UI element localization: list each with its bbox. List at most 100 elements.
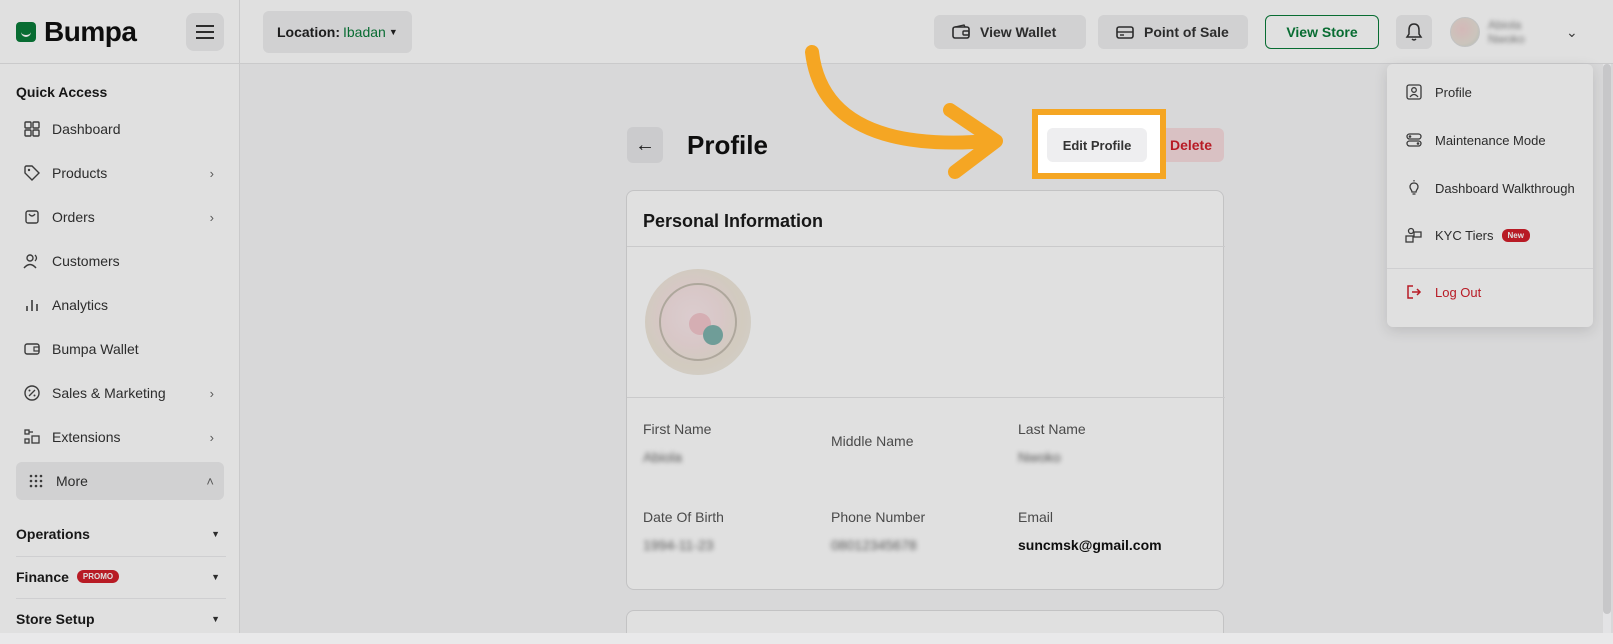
sidebar-item-label: Dashboard: [52, 121, 121, 137]
dropdown-item-logout[interactable]: Log Out: [1405, 282, 1481, 302]
profile-icon: [1405, 83, 1423, 101]
sidebar-item-label: Bumpa Wallet: [52, 341, 139, 357]
logout-icon: [1405, 283, 1423, 301]
pos-icon: [1116, 26, 1134, 39]
avatar-decoration: [703, 325, 723, 345]
chevron-right-icon: ›: [209, 209, 214, 225]
bell-icon: [1405, 23, 1423, 41]
location-value: Ibadan: [343, 24, 386, 40]
notifications-button[interactable]: [1396, 15, 1432, 49]
menu-toggle-button[interactable]: [186, 13, 224, 51]
user-menu[interactable]: Abiola Nwoko ⌄: [1450, 17, 1578, 47]
divider: [239, 0, 240, 64]
bumpa-logo-icon: [16, 22, 36, 42]
dropdown-item-dashboard-walkthrough[interactable]: Dashboard Walkthrough: [1405, 178, 1575, 198]
sidebar-section-label: Finance: [16, 568, 69, 585]
dropdown-item-label: KYC Tiers: [1435, 227, 1494, 243]
phone-label: Phone Number: [831, 509, 926, 525]
chevron-right-icon: ›: [209, 429, 214, 445]
last-name-label: Last Name: [1018, 421, 1086, 437]
sidebar-item-label: Orders: [52, 209, 95, 225]
sidebar-item-products[interactable]: Products ›: [16, 154, 224, 192]
location-label: Location:: [277, 24, 340, 40]
quick-access-heading: Quick Access: [16, 84, 108, 100]
edit-profile-button[interactable]: Edit Profile: [1047, 128, 1147, 162]
caret-down-icon: ▼: [211, 529, 220, 539]
lightbulb-icon: [1405, 179, 1423, 197]
brand-logo[interactable]: Bumpa: [16, 16, 137, 48]
caret-down-icon: ▼: [211, 571, 220, 582]
toggle-icon: [1405, 131, 1423, 149]
chevron-right-icon: ›: [209, 165, 214, 181]
user-name: Abiola Nwoko: [1488, 18, 1525, 46]
sidebar-item-label: More: [56, 473, 88, 489]
wallet-icon: [952, 24, 970, 39]
point-of-sale-label: Point of Sale: [1144, 24, 1229, 40]
orders-icon: [22, 207, 42, 227]
sidebar-item-extensions[interactable]: Extensions ›: [16, 418, 224, 456]
arrow-left-icon: ←: [635, 133, 655, 156]
view-wallet-label: View Wallet: [980, 24, 1057, 40]
caret-down-icon: ▼: [388, 27, 398, 37]
hamburger-icon: [196, 25, 214, 39]
users-icon: [22, 251, 42, 271]
scrollbar-thumb[interactable]: [1603, 64, 1611, 614]
caret-down-icon: ▼: [211, 613, 220, 624]
point-of-sale-button[interactable]: Point of Sale: [1098, 15, 1248, 49]
chevron-up-icon: ˄: [206, 473, 214, 489]
sidebar-item-sales-marketing[interactable]: Sales & Marketing ›: [16, 374, 224, 412]
grid-icon: [22, 119, 42, 139]
sidebar-item-label: Customers: [52, 253, 120, 269]
last-name-value: Nwoko: [1018, 449, 1061, 465]
dropdown-item-label: Maintenance Mode: [1435, 132, 1546, 148]
dropdown-item-kyc-tiers[interactable]: KYC Tiers New: [1405, 225, 1530, 245]
first-name-label: First Name: [643, 421, 712, 437]
delete-button[interactable]: Delete: [1158, 128, 1224, 162]
divider: [627, 397, 1225, 398]
profile-avatar: [645, 269, 751, 375]
sidebar-item-dashboard[interactable]: Dashboard: [16, 110, 224, 148]
back-button[interactable]: ←: [627, 127, 663, 163]
sidebar-section-operations[interactable]: Operations ▼: [16, 514, 226, 554]
sidebar-section-store-setup[interactable]: Store Setup ▼: [16, 598, 226, 638]
email-label: Email: [1018, 509, 1054, 525]
phone-value: 08012345678: [831, 537, 917, 553]
personal-information-card: Personal Information First Name Abiola M…: [626, 190, 1225, 590]
sidebar-item-bumpa-wallet[interactable]: Bumpa Wallet: [16, 330, 224, 368]
dropdown-item-label: Dashboard Walkthrough: [1435, 180, 1575, 196]
dropdown-item-label: Profile: [1435, 84, 1472, 100]
avatar: [1450, 17, 1480, 47]
extensions-icon: [22, 427, 42, 447]
sidebar-item-label: Analytics: [52, 297, 109, 313]
page-title: Profile: [687, 130, 768, 160]
wallet-icon: [22, 339, 42, 359]
sidebar-item-label: Products: [52, 165, 108, 181]
view-store-button[interactable]: View Store: [1265, 15, 1379, 49]
sidebar-section-label: Store Setup: [16, 610, 95, 627]
sidebar-item-customers[interactable]: Customers: [16, 242, 224, 280]
bottom-strip: [0, 633, 1613, 644]
dropdown-item-maintenance-mode[interactable]: Maintenance Mode: [1405, 130, 1546, 150]
sidebar: Quick Access Dashboard Products › Orders…: [0, 64, 240, 644]
location-selector[interactable]: Location: Ibadan ▼: [263, 11, 412, 53]
dob-value: 1994-11-23: [643, 537, 714, 553]
chevron-right-icon: ›: [209, 385, 214, 401]
sidebar-section-finance[interactable]: Finance PROMO ▼: [16, 556, 226, 596]
logout-label: Log Out: [1435, 284, 1482, 300]
middle-name-label: Middle Name: [831, 433, 914, 449]
sidebar-item-label: Extensions: [52, 429, 121, 445]
sidebar-item-orders[interactable]: Orders ›: [16, 198, 224, 236]
dropdown-item-profile[interactable]: Profile: [1405, 82, 1472, 102]
email-value: suncmsk@gmail.com: [1018, 537, 1162, 553]
sidebar-item-label: Sales & Marketing: [52, 385, 166, 401]
sidebar-item-more[interactable]: More ˄: [16, 462, 224, 500]
sidebar-item-analytics[interactable]: Analytics: [16, 286, 224, 324]
new-badge: New: [1501, 228, 1530, 242]
divider: [1387, 268, 1593, 269]
brand-name: Bumpa: [44, 16, 137, 47]
percent-icon: [22, 383, 42, 403]
bar-chart-icon: [22, 295, 42, 315]
user-dropdown-menu: Profile Maintenance Mode Dashboard Walkt…: [1387, 64, 1593, 327]
promo-badge: PROMO: [76, 570, 120, 583]
chevron-down-icon: ⌄: [1566, 23, 1578, 40]
